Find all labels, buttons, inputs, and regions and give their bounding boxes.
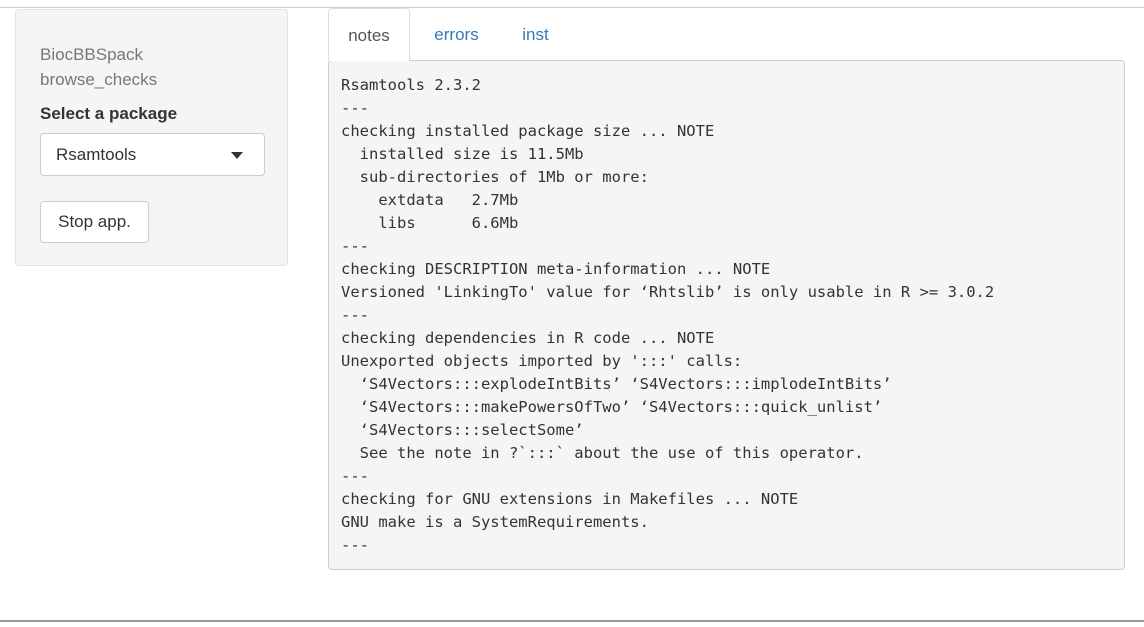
select-package-label: Select a package [40, 104, 178, 123]
tab-notes[interactable]: notes [328, 8, 410, 61]
bottom-divider [0, 620, 1144, 627]
tab-bar: notes errors inst [328, 8, 1124, 61]
top-divider [0, 0, 1144, 8]
stop-app-button[interactable]: Stop app. [40, 201, 149, 243]
chevron-down-icon [231, 152, 243, 159]
sidebar-panel: BiocBBSpack browse_checks Select a packa… [15, 9, 288, 266]
package-select-value: Rsamtools [56, 145, 137, 164]
app-title: BiocBBSpack browse_checks [40, 45, 158, 89]
check-output: Rsamtools 2.3.2 --- checking installed p… [328, 60, 1125, 570]
tab-inst[interactable]: inst [507, 8, 564, 61]
tab-errors[interactable]: errors [420, 8, 493, 61]
package-select[interactable]: Rsamtools [40, 133, 265, 176]
